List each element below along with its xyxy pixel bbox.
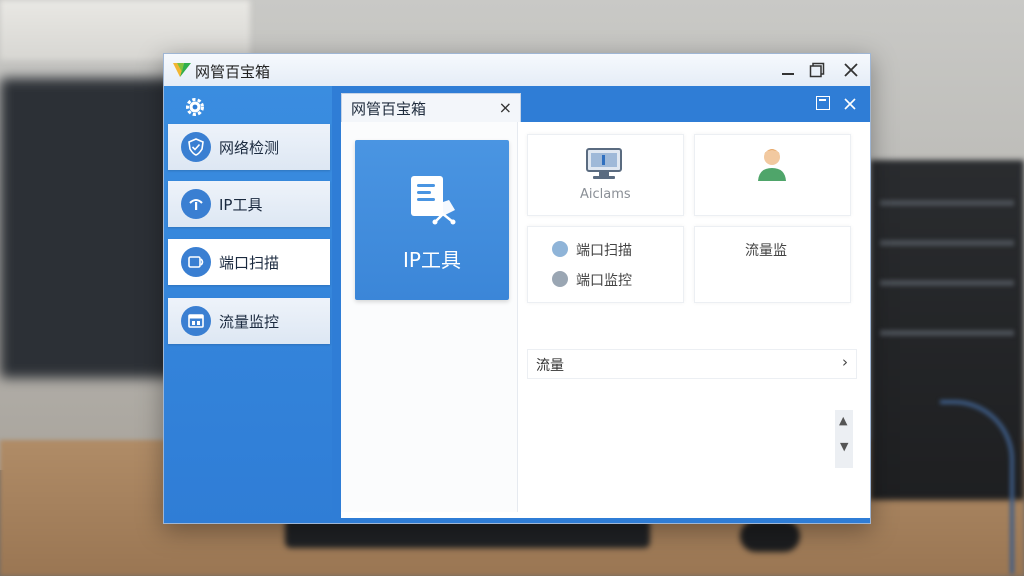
tools-panel: IP工具 Aiclams 端口扫描 端口监控 流量监 流量 › ▲ ▼ (341, 122, 870, 518)
sidebar-item-traffic-monitor[interactable]: 流量监控 (168, 298, 330, 344)
featured-column: IP工具 (341, 122, 518, 512)
sidebar-item-port-scan[interactable]: 端口扫描 (168, 239, 330, 285)
sidebar: 网络检测 IP工具 端口扫描 流量监控 (164, 86, 332, 523)
maximize-button[interactable] (804, 58, 830, 82)
panel-close-icon[interactable] (844, 98, 856, 110)
close-icon (844, 63, 858, 77)
tile-user-tool[interactable] (694, 134, 851, 216)
port-monitor-small-icon (552, 271, 568, 287)
tab-bar: 网管百宝箱 × (332, 86, 870, 123)
rack-slot (880, 240, 1014, 246)
tab-toolbox[interactable]: 网管百宝箱 × (341, 93, 521, 123)
title-bar: 网管百宝箱 (164, 54, 870, 87)
shield-check-icon (181, 132, 211, 162)
port-scan-small-icon (552, 241, 568, 257)
sidebar-item-label: 端口扫描 (219, 253, 280, 272)
rack-slot (880, 280, 1014, 286)
minimize-icon (782, 73, 794, 75)
scroll-up-icon[interactable]: ▲ (839, 414, 847, 427)
port-scan-icon (181, 247, 211, 277)
sidebar-item-label: 网络检测 (219, 138, 280, 157)
app-logo-icon (173, 63, 191, 77)
gear-icon[interactable] (183, 95, 207, 119)
maximize-icon (809, 62, 825, 78)
sidebar-item-label: IP工具 (219, 195, 263, 214)
panel-restore-icon[interactable] (816, 96, 830, 110)
rack-slot (880, 330, 1014, 336)
document-network-icon (411, 176, 456, 225)
traffic-tool-label: 流量监 (745, 243, 787, 259)
tab-label: 网管百宝箱 (351, 100, 427, 118)
sidebar-item-ip-tools[interactable]: IP工具 (168, 181, 330, 227)
window-title: 网管百宝箱 (195, 63, 271, 81)
ip-icon (181, 189, 211, 219)
ip-tools-card[interactable]: IP工具 (355, 140, 509, 300)
chevron-right-icon: › (842, 353, 848, 371)
traffic-expand-row[interactable]: 流量 › (527, 349, 857, 379)
tile-port-tools: 端口扫描 端口监控 (527, 226, 684, 303)
tile-monitor-tool[interactable]: Aiclams (527, 134, 684, 216)
traffic-row-label: 流量 (536, 358, 564, 374)
sidebar-item-network-check[interactable]: 网络检测 (168, 124, 330, 170)
monitor-icon (586, 148, 622, 179)
rack-slot (880, 200, 1014, 206)
monitor-tool-label: Aiclams (580, 187, 631, 202)
background-shelf (0, 0, 250, 60)
scroll-down-icon[interactable]: ▼ (840, 440, 848, 453)
traffic-monitor-icon (181, 306, 211, 336)
port-scan-link[interactable]: 端口扫描 (576, 240, 632, 260)
sidebar-item-label: 流量监控 (219, 312, 280, 331)
background-mouse (740, 520, 800, 552)
port-monitor-link[interactable]: 端口监控 (576, 270, 632, 290)
main-content: 网管百宝箱 × IP工具 Aiclams 端口扫描 端口监控 流量监 流量 › … (332, 86, 870, 523)
minimize-button[interactable] (775, 58, 801, 82)
ip-tools-card-label: IP工具 (403, 248, 461, 272)
tab-close-button[interactable]: × (499, 98, 512, 117)
scrollbar[interactable]: ▲ ▼ (835, 410, 853, 468)
app-window: 网管百宝箱 网络检测 IP工具 端口扫描 流量监控 网管百宝箱 × IP工具 A… (163, 53, 871, 524)
close-button[interactable] (838, 58, 864, 82)
tile-traffic-tool[interactable]: 流量监 (694, 226, 851, 303)
user-avatar-icon (758, 149, 786, 181)
background-cable (940, 400, 1014, 574)
